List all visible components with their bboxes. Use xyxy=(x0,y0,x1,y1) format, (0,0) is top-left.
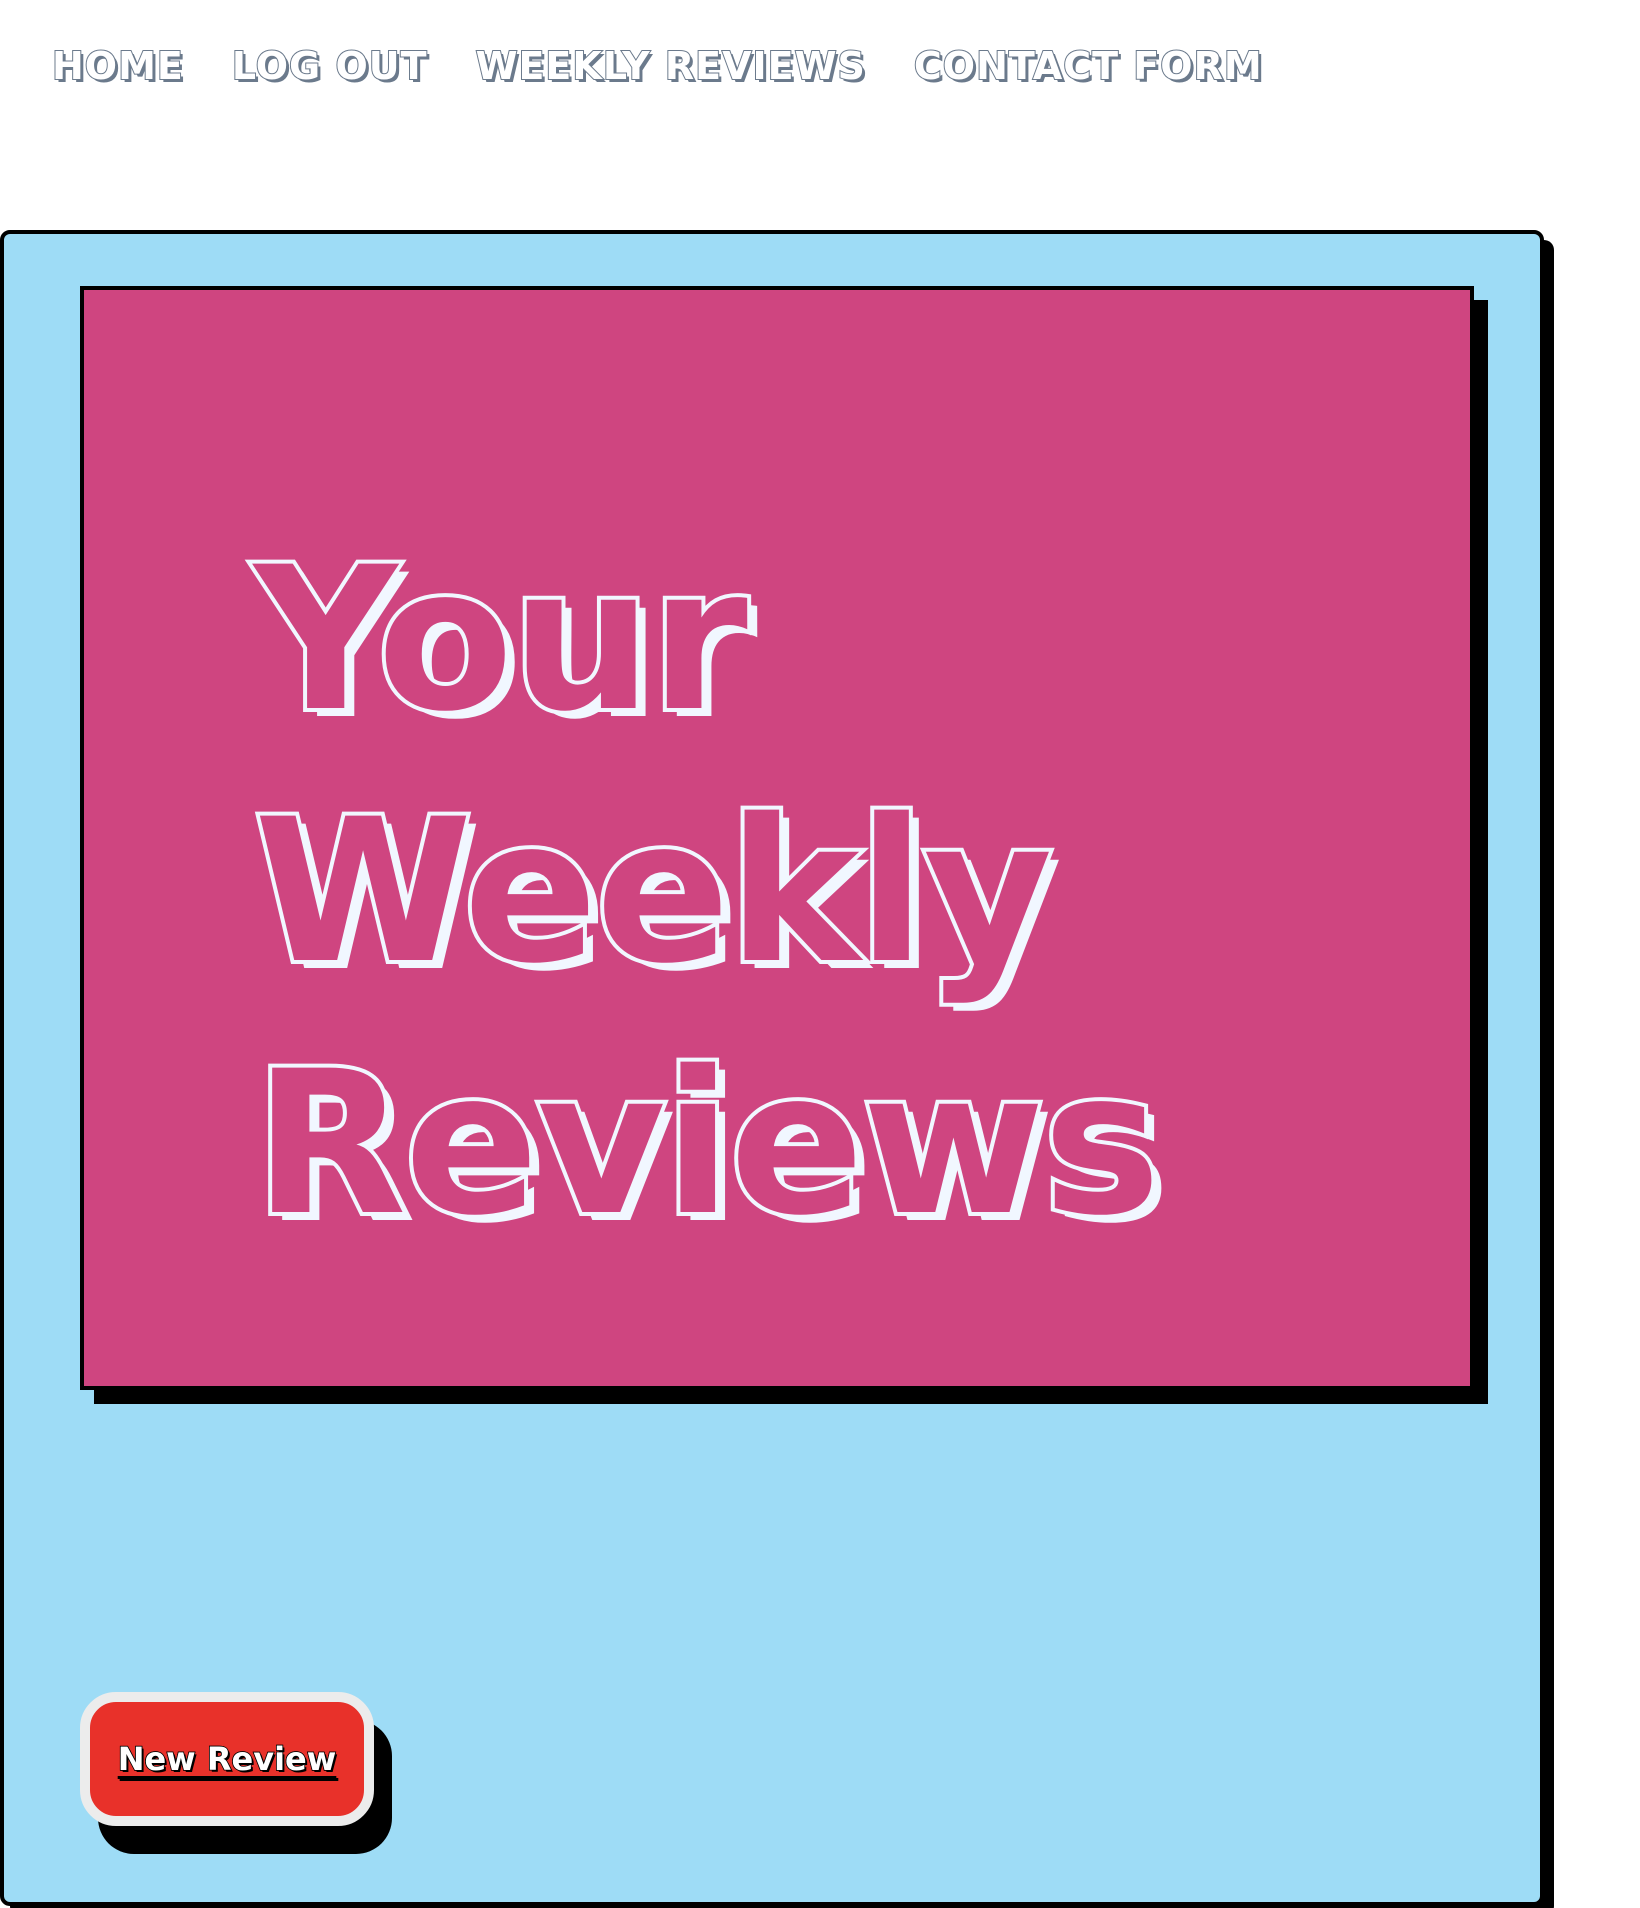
nav-link-contact-form[interactable]: CONTACT FORM xyxy=(913,43,1263,89)
hero-card: Your Weekly Reviews xyxy=(80,286,1474,1390)
new-review-button[interactable]: New Review xyxy=(80,1692,374,1826)
page-title-line-2: Weekly xyxy=(250,772,1057,1011)
page-title-line-3: Reviews xyxy=(250,1024,1165,1263)
new-review-button-label: New Review xyxy=(117,1739,337,1779)
nav-link-home[interactable]: HOME xyxy=(51,43,184,89)
nav-link-log-out[interactable]: LOG OUT xyxy=(231,43,428,89)
page-title-line-1: Your xyxy=(250,520,752,759)
nav-link-weekly-reviews[interactable]: WEEKLY REVIEWS xyxy=(475,43,866,89)
page-title: Your Weekly Reviews xyxy=(250,514,1165,1270)
top-navigation: HOME LOG OUT WEEKLY REVIEWS CONTACT FORM xyxy=(51,43,1263,89)
